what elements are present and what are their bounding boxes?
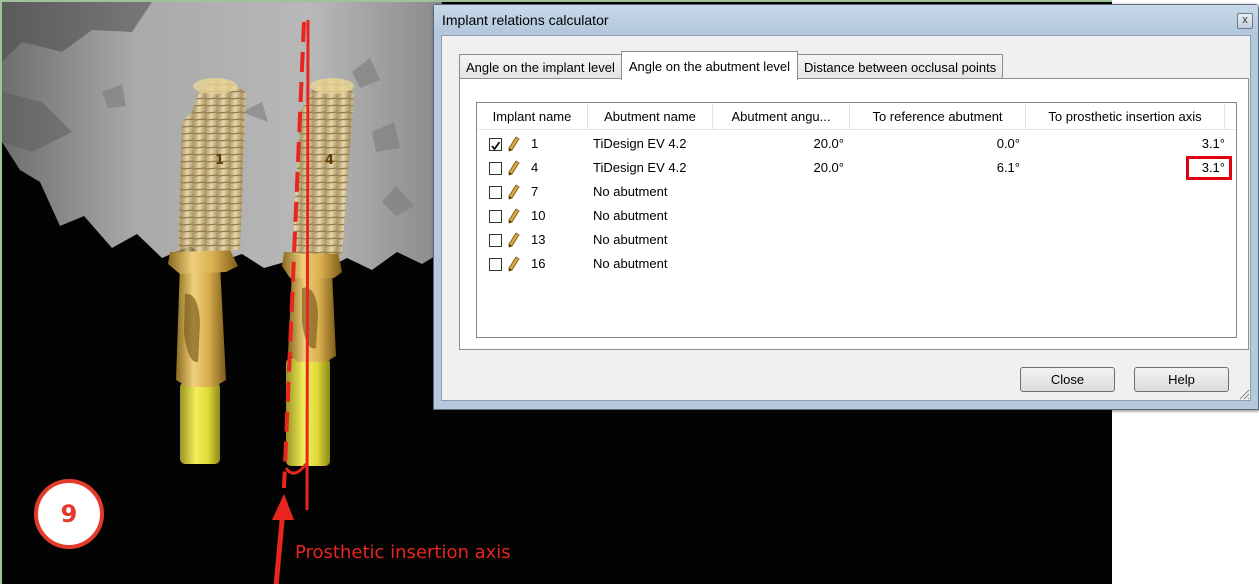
row-checkbox[interactable] <box>489 162 502 175</box>
prosthetic-axis-line <box>305 19 310 511</box>
tab-distance-occlusal-points[interactable]: Distance between occlusal points <box>797 54 1004 79</box>
column-header-abutment-angulation[interactable]: Abutment angu... <box>713 103 850 130</box>
to-reference-cell: 0.0° <box>996 136 1020 151</box>
row-checkbox[interactable] <box>489 186 502 199</box>
close-icon[interactable]: x <box>1237 13 1253 29</box>
implant-label-1: 1 <box>215 153 224 168</box>
step-badge: 9 <box>34 479 104 549</box>
abutment-name-cell: TiDesign EV 4.2 <box>593 136 687 151</box>
to-prosthetic-axis-cell: 3.1° <box>1201 136 1225 151</box>
insertion-arrow-head <box>272 494 294 520</box>
implant-name-cell: 13 <box>531 232 546 247</box>
tab-strip: Angle on the implant level Angle on the … <box>459 51 1004 80</box>
abutment-name-cell: No abutment <box>593 184 668 199</box>
implant-icon <box>508 160 520 176</box>
column-header-implant-name[interactable]: Implant name <box>477 103 588 130</box>
insertion-arrow-shaft <box>273 509 286 584</box>
implant-icon <box>508 184 520 200</box>
tab-angle-implant-level[interactable]: Angle on the implant level <box>459 54 622 79</box>
table-row[interactable]: 13 No abutment <box>477 228 1236 252</box>
close-button[interactable]: Close <box>1020 367 1115 392</box>
table-header: Implant name Abutment name Abutment angu… <box>477 103 1236 130</box>
abutment-name-cell: No abutment <box>593 208 668 223</box>
abutment-name-cell: No abutment <box>593 256 668 271</box>
implant-icon <box>508 256 520 272</box>
tab-panel: Implant name Abutment name Abutment angu… <box>459 78 1249 350</box>
implant-table: Implant name Abutment name Abutment angu… <box>476 102 1237 338</box>
abutment-angulation-cell: 20.0° <box>813 136 844 151</box>
dialog-title: Implant relations calculator <box>442 12 609 28</box>
implant-name-cell: 10 <box>531 208 546 223</box>
implant-name-cell: 1 <box>531 136 539 151</box>
implant-relations-dialog: Implant relations calculator x Angle on … <box>433 4 1259 410</box>
abutment-angulation-cell: 20.0° <box>813 160 844 175</box>
dialog-client: Angle on the implant level Angle on the … <box>441 35 1251 401</box>
abutment-name-cell: TiDesign EV 4.2 <box>593 160 687 175</box>
column-header-to-reference-abutment[interactable]: To reference abutment <box>850 103 1026 130</box>
implant-name-cell: 16 <box>531 256 546 271</box>
table-row[interactable]: 10 No abutment <box>477 204 1236 228</box>
highlight-box <box>1186 156 1232 180</box>
implant-icon <box>508 208 520 224</box>
implant-label-4: 4 <box>325 153 334 168</box>
table-row[interactable]: 7 No abutment <box>477 180 1236 204</box>
row-checkbox[interactable] <box>489 258 502 271</box>
table-row[interactable]: 4 TiDesign EV 4.2 20.0° 6.1° 3.1° <box>477 156 1236 180</box>
check-icon <box>491 141 501 151</box>
to-reference-cell: 6.1° <box>996 160 1020 175</box>
row-checkbox[interactable] <box>489 138 502 151</box>
abutment-name-cell: No abutment <box>593 232 668 247</box>
table-row[interactable]: 1 TiDesign EV 4.2 20.0° 0.0° 3.1° <box>477 132 1236 156</box>
implant-icon <box>508 232 520 248</box>
row-checkbox[interactable] <box>489 210 502 223</box>
table-row[interactable]: 16 No abutment <box>477 252 1236 276</box>
column-header-abutment-name[interactable]: Abutment name <box>588 103 713 130</box>
axis-label: Prosthetic insertion axis <box>295 542 511 563</box>
implant-name-cell: 7 <box>531 184 539 199</box>
column-header-to-prosthetic-axis[interactable]: To prosthetic insertion axis <box>1026 103 1225 130</box>
implant-icon <box>508 136 520 152</box>
help-button[interactable]: Help <box>1134 367 1229 392</box>
row-checkbox[interactable] <box>489 234 502 247</box>
tab-angle-abutment-level[interactable]: Angle on the abutment level <box>620 51 799 80</box>
dialog-titlebar[interactable]: Implant relations calculator <box>434 5 1258 35</box>
resize-grip-icon[interactable] <box>1238 388 1250 400</box>
implant-name-cell: 4 <box>531 160 539 175</box>
